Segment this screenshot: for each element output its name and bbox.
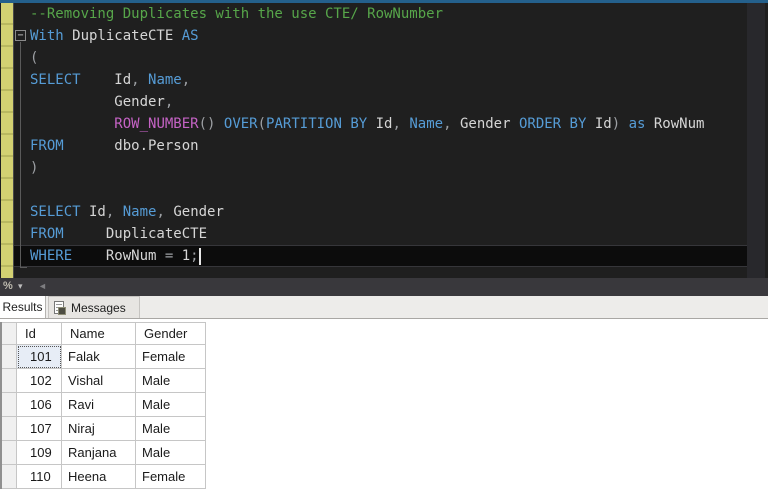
row-header[interactable] [0,416,17,441]
grid-cell[interactable]: 102 [16,368,62,393]
grid-cell[interactable]: Male [135,416,206,441]
grid-cell[interactable]: Male [135,440,206,465]
table-row: 107 Niraj Male [0,416,206,441]
code-line[interactable]: --Removing Duplicates with the use CTE/ … [30,3,747,25]
grid-cell[interactable]: 106 [16,392,62,417]
grid-cell[interactable]: Male [135,368,206,393]
grid-cell[interactable]: Niraj [61,416,136,441]
grid-corner-header[interactable] [0,322,17,345]
code-line[interactable]: ( [30,47,747,69]
row-header[interactable] [0,368,17,393]
grid-cell[interactable]: Vishal [61,368,136,393]
editor-hscrollbar[interactable]: % ▾ ◄ [0,278,768,296]
column-header-gender[interactable]: Gender [135,322,206,345]
grid-cell[interactable]: Female [135,464,206,489]
grid-cell[interactable]: Male [135,392,206,417]
table-row: 102 Vishal Male [0,368,206,393]
grid-cell[interactable]: 101 [16,344,62,369]
grid-cell[interactable]: Female [135,344,206,369]
row-header[interactable] [0,464,17,489]
sql-editor[interactable]: − --Removing Duplicates with the use CTE… [0,0,768,296]
zoom-dropdown-icon[interactable]: ▾ [18,281,23,292]
ssms-window: − --Removing Duplicates with the use CTE… [0,0,768,495]
code-line[interactable]: Gender, [30,91,747,113]
grid-cell[interactable]: Heena [61,464,136,489]
tab-messages-label: Messages [71,301,126,315]
grid-cell[interactable]: 110 [16,464,62,489]
row-header[interactable] [0,392,17,417]
sql-code[interactable]: --Removing Duplicates with the use CTE/ … [30,3,747,267]
scroll-left-icon[interactable]: ◄ [38,281,47,291]
code-line[interactable]: SELECT Id, Name, [30,69,747,91]
text-cursor [199,248,201,265]
tab-results[interactable]: Results [0,296,46,318]
grid-cell[interactable]: Ravi [61,392,136,417]
code-line[interactable] [30,179,747,201]
editor-vscrollbar[interactable] [747,3,765,278]
tab-messages[interactable]: Messages [48,296,140,318]
table-row: 109 Ranjana Male [0,440,206,465]
row-header[interactable] [0,440,17,465]
column-header-name[interactable]: Name [61,322,136,345]
row-header[interactable] [0,344,17,369]
change-tracking-bar [1,3,13,278]
fold-collapse-toggle-icon[interactable]: − [15,30,26,41]
grid-cell[interactable]: 109 [16,440,62,465]
code-line[interactable]: SELECT Id, Name, Gender [30,201,747,223]
messages-icon [54,301,66,315]
code-line[interactable]: With DuplicateCTE AS [30,25,747,47]
results-grid[interactable]: Id Name Gender 101 Falak Female 102 Vishal Male 1… [0,322,206,489]
table-row: 110 Heena Female [0,464,206,489]
results-tabstrip: Results Messages [0,296,768,319]
code-line[interactable]: WHERE RowNum = 1; [30,245,747,267]
grid-cell[interactable]: 107 [16,416,62,441]
gutter-separator [13,3,14,278]
table-row: 106 Ravi Male [0,392,206,417]
zoom-percent-label: % [3,280,13,292]
grid-cell[interactable]: Ranjana [61,440,136,465]
code-line[interactable]: FROM dbo.Person [30,135,747,157]
code-line[interactable]: ) [30,157,747,179]
fold-region-line [20,42,27,268]
results-pane: Id Name Gender 101 Falak Female 102 Vishal Male 1… [0,319,768,495]
column-header-id[interactable]: Id [16,322,62,345]
code-line[interactable]: ROW_NUMBER() OVER(PARTITION BY Id, Name,… [30,113,747,135]
grid-cell[interactable]: Falak [61,344,136,369]
code-line[interactable]: FROM DuplicateCTE [30,223,747,245]
table-row: 101 Falak Female [0,344,206,369]
